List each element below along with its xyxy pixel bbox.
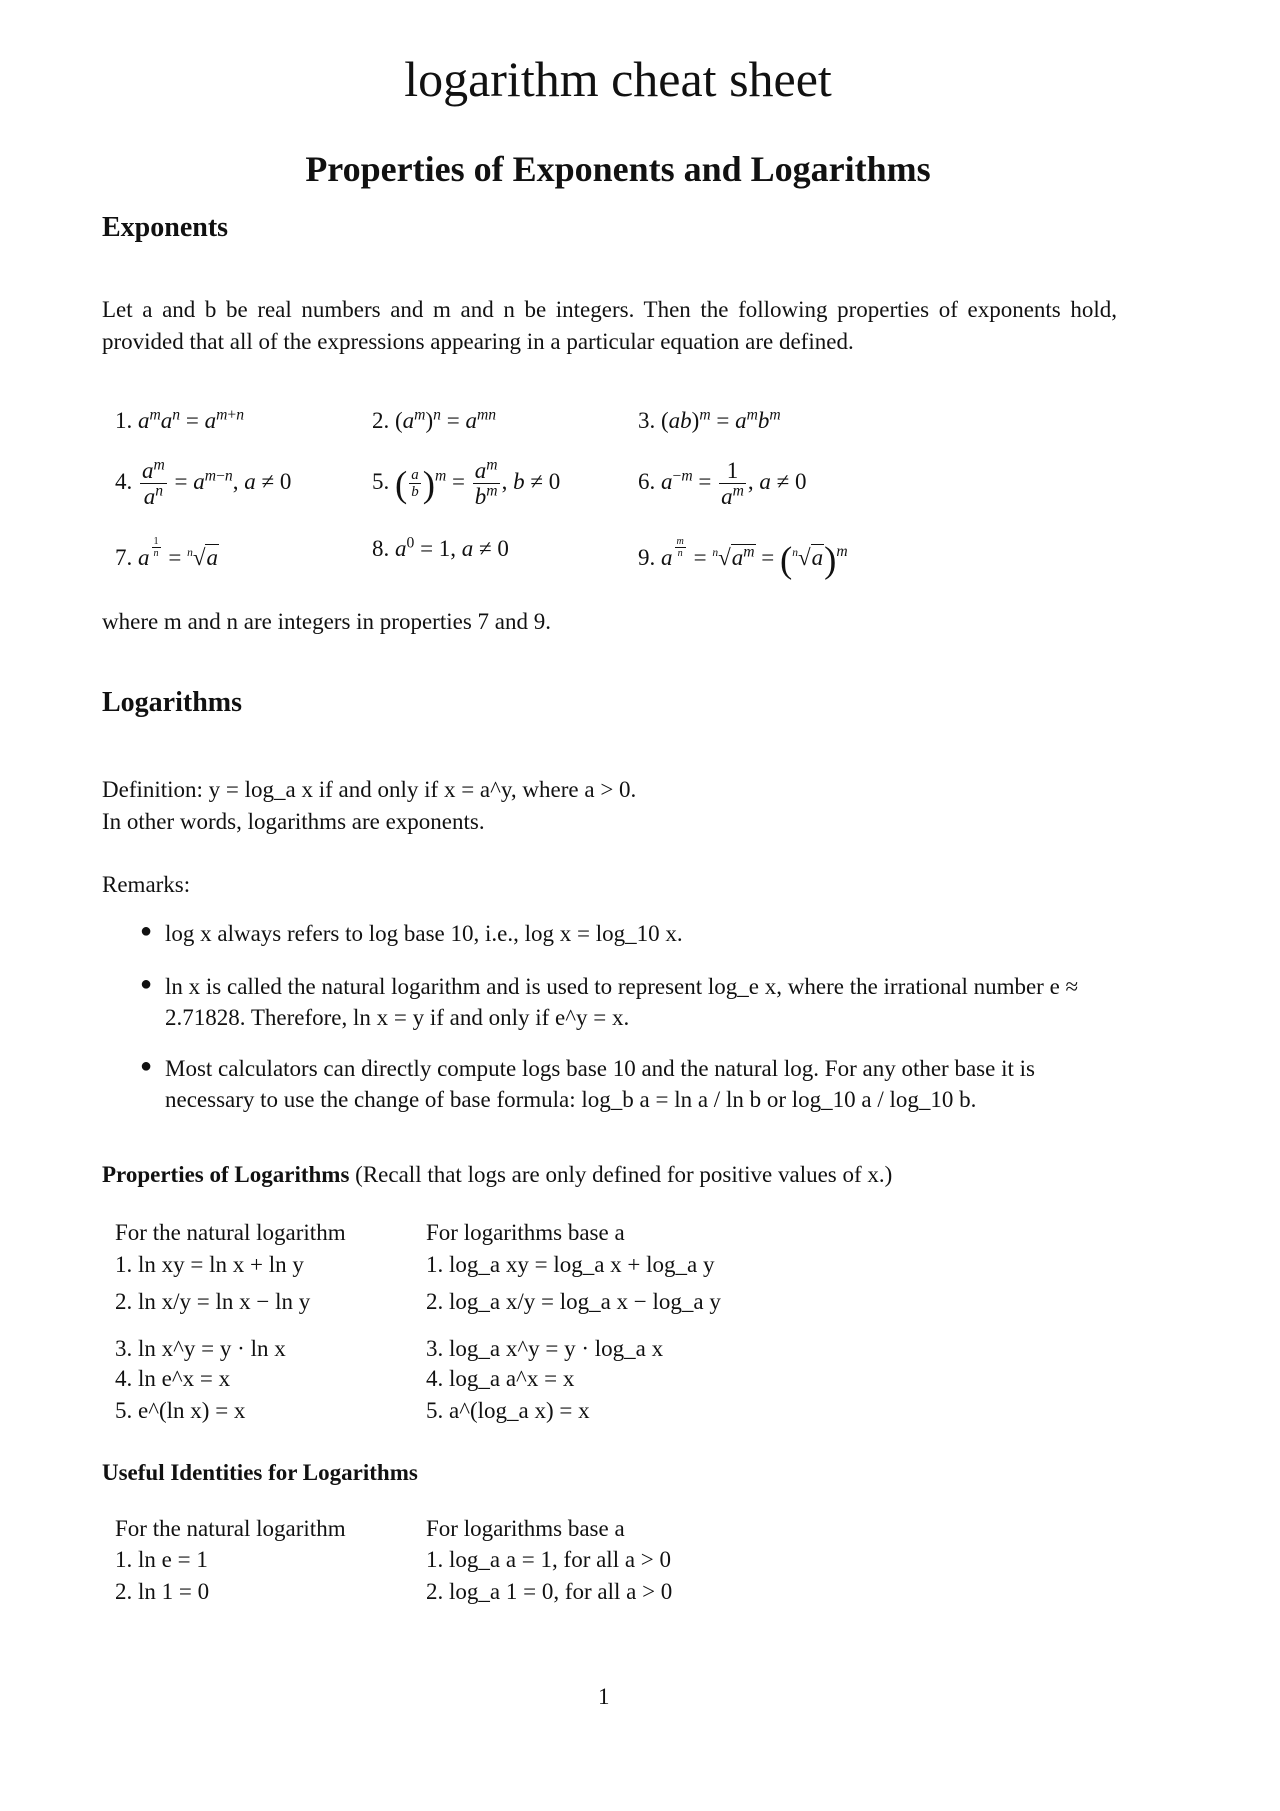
exponents-intro: Let a and b be real numbers and m and n … <box>102 297 1117 354</box>
bullet-dot-icon: ● <box>140 1055 153 1077</box>
base-a-log-identity: 2. log_a 1 = 0, for all a > 0 <box>426 1579 673 1604</box>
document-title: logarithm cheat sheet <box>404 51 832 107</box>
exponent-property-5: 5. (a b)m = am bm, b ≠ 0 <box>372 456 561 510</box>
properties-of-logarithms-heading: Properties of Logarithms <box>102 1162 350 1187</box>
exponent-property-3: 3. (ab)m = ambm <box>638 406 781 433</box>
logarithm-definition-note: In other words, logarithms are exponents… <box>102 809 485 834</box>
exponent-property-1: 1. aman = am+n <box>115 406 245 433</box>
exponent-property-7: 7. a1n = n√a <box>115 536 219 570</box>
natural-log-property: 3. ln x^y = y · ln x <box>115 1336 286 1361</box>
natural-log-identity: 2. ln 1 = 0 <box>115 1579 210 1604</box>
remark-item: ln x is called the natural logarithm and… <box>165 974 1079 1030</box>
column-header-base-a: For logarithms base a <box>426 1220 625 1245</box>
bullet-dot-icon: ● <box>140 973 153 995</box>
properties-of-logarithms-note: (Recall that logs are only defined for p… <box>355 1162 893 1187</box>
base-a-log-property: 4. log_a a^x = x <box>426 1366 575 1391</box>
natural-log-property: 2. ln x/y = ln x − ln y <box>115 1289 311 1314</box>
exponent-property-9: 9. amn = n√am = (n√a)m <box>638 536 848 581</box>
section-heading-exponents: Exponents <box>102 212 229 243</box>
remark-item: log x always refers to log base 10, i.e.… <box>165 921 683 946</box>
page-number: 1 <box>598 1684 610 1709</box>
remark-item: Most calculators can directly compute lo… <box>165 1056 1035 1112</box>
base-a-log-identity: 1. log_a a = 1, for all a > 0 <box>426 1547 672 1572</box>
column-header-natural: For the natural logarithm <box>115 1220 346 1245</box>
logarithm-definition: Definition: y = log_a x if and only if x… <box>102 777 637 802</box>
page-heading: Properties of Exponents and Logarithms <box>305 149 931 189</box>
exponent-property-2: 2. (am)n = amn <box>372 406 497 433</box>
base-a-log-property: 5. a^(log_a x) = x <box>426 1398 590 1423</box>
base-a-log-property: 2. log_a x/y = log_a x − log_a y <box>426 1289 721 1314</box>
natural-log-property: 5. e^(ln x) = x <box>115 1398 246 1423</box>
section-heading-logarithms: Logarithms <box>102 687 242 718</box>
bullet-dot-icon: ● <box>140 920 153 942</box>
exponent-property-6: 6. a−m = 1 am, a ≠ 0 <box>638 458 807 510</box>
column-header-natural: For the natural logarithm <box>115 1516 346 1541</box>
exponents-note: where m and n are integers in properties… <box>102 609 551 634</box>
remarks-label: Remarks: <box>102 872 191 897</box>
properties-of-logarithms-heading-row: Properties of Logarithms (Recall that lo… <box>102 1162 892 1188</box>
exponent-property-8: 8. a0 = 1, a ≠ 0 <box>372 534 509 561</box>
base-a-log-property: 3. log_a x^y = y · log_a x <box>426 1336 664 1361</box>
useful-identities-heading: Useful Identities for Logarithms <box>102 1460 418 1485</box>
base-a-log-property: 1. log_a xy = log_a x + log_a y <box>426 1252 715 1277</box>
natural-log-identity: 1. ln e = 1 <box>115 1547 208 1572</box>
natural-log-property: 4. ln e^x = x <box>115 1366 231 1391</box>
exponent-property-4: 4. am an = am−n, a ≠ 0 <box>115 456 292 510</box>
natural-log-property: 1. ln xy = ln x + ln y <box>115 1252 304 1277</box>
column-header-base-a: For logarithms base a <box>426 1516 625 1541</box>
